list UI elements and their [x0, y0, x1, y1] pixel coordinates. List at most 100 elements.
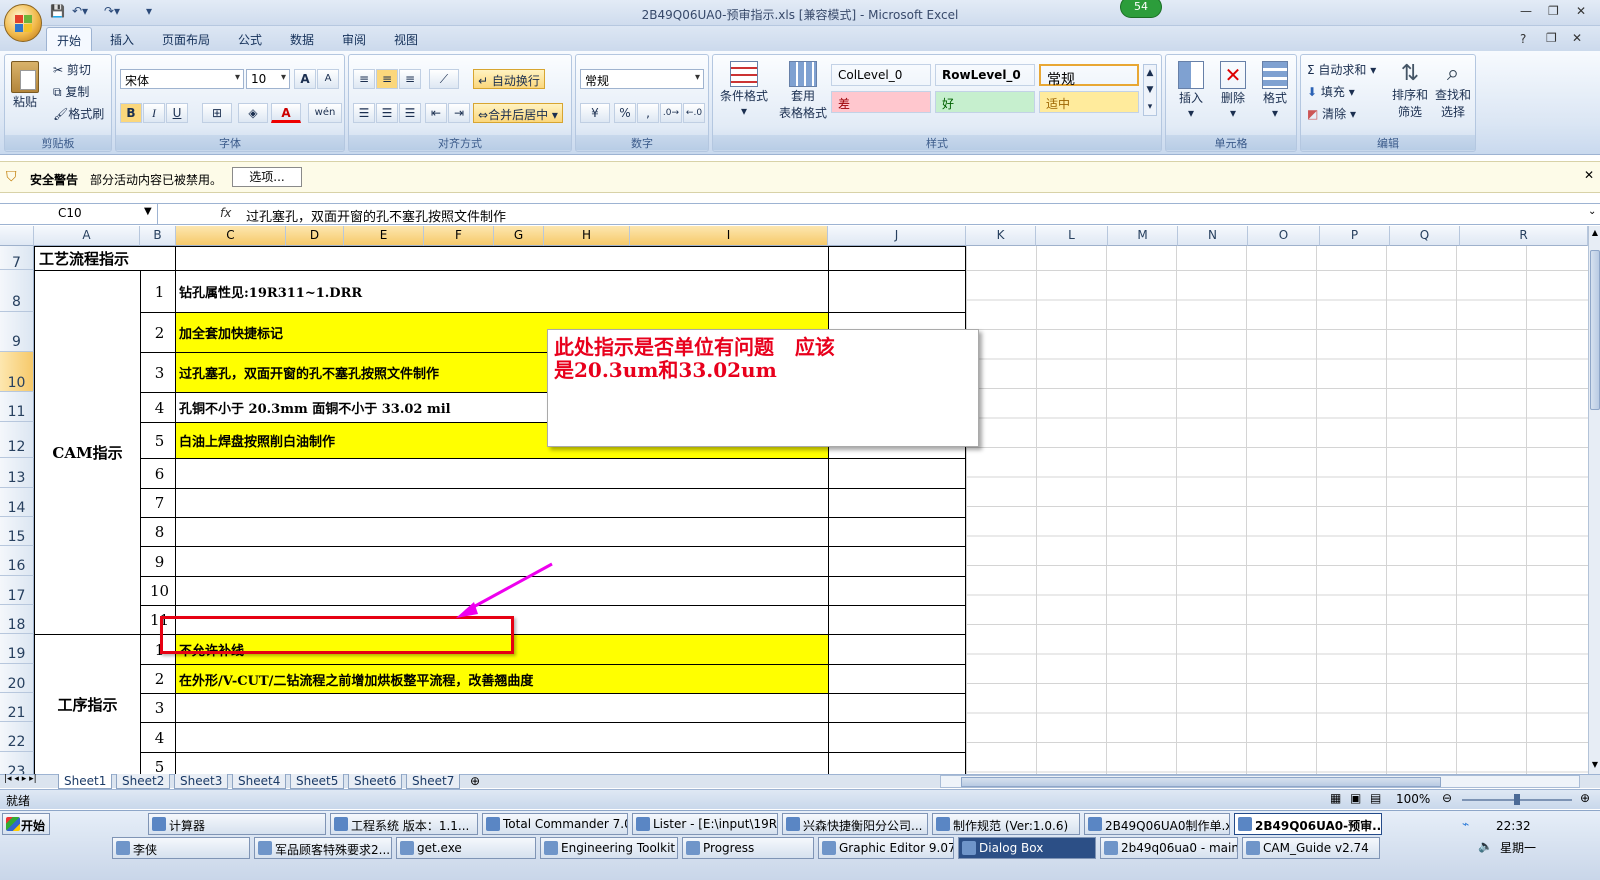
insert-cells-button[interactable]: 插入 ▾ — [1172, 61, 1210, 120]
taskbar-item[interactable]: 李侠 — [112, 837, 250, 859]
taskbar-item[interactable]: Progress — [682, 837, 814, 859]
item-number-cell[interactable]: 5 — [140, 752, 176, 774]
style-bad[interactable]: 差 — [831, 91, 931, 113]
grow-font-button[interactable]: A — [294, 69, 316, 89]
tray-volume-icon[interactable]: 🔈 — [1478, 839, 1493, 853]
zoom-out-icon[interactable]: ⊖ — [1442, 791, 1452, 805]
column-header[interactable]: O — [1248, 226, 1320, 246]
process-instruction-cell[interactable]: 在外形/V-CUT/二钻流程之前增加烘板整平流程，改善翘曲度 — [175, 664, 829, 694]
font-name-combo[interactable]: 宋体 — [120, 69, 244, 89]
row-header[interactable]: 22 — [0, 722, 34, 752]
align-center-button[interactable]: ☰ — [376, 103, 398, 123]
find-select-button[interactable]: ⌕ 查找和 选择 — [1433, 61, 1473, 120]
item-number-cell[interactable]: 3 — [140, 352, 176, 393]
column-header[interactable]: A — [34, 226, 140, 246]
conditional-format-button[interactable]: 条件格式 ▾ — [717, 61, 771, 118]
j-cell[interactable] — [828, 517, 966, 547]
j-cell[interactable] — [828, 458, 966, 489]
row-header[interactable]: 9 — [0, 312, 34, 352]
row-header[interactable]: 14 — [0, 488, 34, 517]
scroll-up-icon[interactable]: ▲ — [1590, 228, 1600, 238]
close-icon[interactable]: ✕ — [1576, 4, 1586, 18]
increase-decimal-button[interactable]: .0→ — [660, 103, 682, 123]
comma-button[interactable]: , — [637, 103, 659, 123]
zoom-thumb[interactable] — [1514, 794, 1520, 805]
ribbon-close-icon[interactable]: ✕ — [1572, 31, 1582, 45]
column-header[interactable]: D — [286, 226, 344, 246]
cut-button[interactable]: ✂ 剪切 — [53, 61, 91, 78]
column-header[interactable]: P — [1320, 226, 1390, 246]
worksheet-grid[interactable]: A B C D E F G H I J K L M N O P Q R 7 8 … — [0, 226, 1588, 774]
clear-button[interactable]: ◩ 清除 ▾ — [1307, 105, 1356, 122]
copy-button[interactable]: ⧉ 复制 — [53, 83, 89, 100]
italic-button[interactable]: I — [143, 103, 165, 123]
j-cell[interactable] — [828, 546, 966, 577]
row-header[interactable]: 23 — [0, 752, 34, 774]
scroll-thumb[interactable] — [1590, 250, 1600, 410]
item-number-cell[interactable]: 4 — [140, 722, 176, 753]
paste-button[interactable]: 粘贴 — [11, 61, 39, 110]
item-number-cell[interactable]: 8 — [140, 517, 176, 547]
row-header[interactable]: 17 — [0, 576, 34, 605]
column-header[interactable]: I — [630, 226, 828, 246]
help-icon[interactable]: ? — [1520, 32, 1526, 46]
taskbar-item[interactable]: 2b49q06ua0 - main_qa — [1100, 837, 1238, 859]
column-header[interactable]: E — [344, 226, 424, 246]
taskbar-item[interactable]: Dialog Box — [958, 837, 1096, 859]
column-header[interactable]: F — [424, 226, 494, 246]
phonetic-button[interactable]: wén — [308, 103, 342, 123]
item-number-cell[interactable]: 10 — [140, 576, 176, 606]
message-close-icon[interactable]: ✕ — [1584, 168, 1594, 182]
redo-icon[interactable]: ↷▾ — [104, 4, 120, 18]
item-number-cell[interactable]: 4 — [140, 392, 176, 423]
empty-grid-area[interactable] — [966, 246, 1588, 774]
style-rowlevel[interactable]: RowLevel_0 — [935, 64, 1035, 86]
taskbar-item[interactable]: 兴森快捷衡阳分公司... — [782, 813, 928, 835]
zoom-in-icon[interactable]: ⊕ — [1580, 791, 1590, 805]
sheet-tab[interactable]: Sheet1 — [58, 774, 113, 789]
process-label-cell[interactable]: 工序指示 — [34, 634, 141, 774]
bold-button[interactable]: B — [120, 103, 142, 123]
cam-instruction-cell[interactable] — [175, 517, 829, 547]
item-number-cell[interactable]: 3 — [140, 693, 176, 723]
fill-button[interactable]: ⬇ 填充 ▾ — [1307, 83, 1355, 100]
item-number-cell[interactable]: 1 — [140, 270, 176, 313]
fill-color-button[interactable]: ◈ — [238, 103, 268, 123]
column-header[interactable]: Q — [1390, 226, 1460, 246]
minimize-icon[interactable]: — — [1520, 4, 1532, 18]
vertical-scrollbar[interactable]: ▲ ▼ — [1588, 226, 1600, 774]
merge-center-button[interactable]: ⇔合并后居中 ▾ — [473, 103, 563, 123]
currency-button[interactable]: ¥ — [580, 103, 610, 123]
options-button[interactable]: 选项... — [232, 167, 302, 187]
j-cell[interactable] — [828, 634, 966, 665]
wrap-text-button[interactable]: ↵ 自动换行 — [473, 69, 545, 89]
row-header[interactable]: 7 — [0, 246, 34, 271]
office-button[interactable] — [4, 4, 42, 42]
style-neutral[interactable]: 适中 — [1039, 91, 1139, 113]
underline-button[interactable]: U — [166, 103, 188, 123]
j-cell[interactable] — [828, 488, 966, 518]
j-cell[interactable] — [828, 270, 966, 313]
row-header[interactable]: 11 — [0, 392, 34, 422]
autosum-button[interactable]: Σ 自动求和 ▾ — [1307, 61, 1376, 78]
column-header[interactable]: L — [1036, 226, 1108, 246]
tab-view[interactable]: 视图 — [394, 31, 418, 48]
format-as-table-button[interactable]: 套用 表格格式 — [775, 61, 831, 121]
j-cell[interactable] — [828, 693, 966, 723]
row-header[interactable]: 16 — [0, 546, 34, 576]
scroll-down-icon[interactable]: ▼ — [1590, 760, 1600, 770]
column-header[interactable]: B — [140, 226, 176, 246]
column-header[interactable]: J — [828, 226, 966, 246]
j-cell[interactable] — [828, 576, 966, 606]
sheet-tab[interactable]: Sheet3 — [174, 774, 229, 789]
shrink-font-button[interactable]: A — [317, 69, 339, 89]
formula-input[interactable]: 过孔塞孔，双面开窗的孔不塞孔按照文件制作 — [246, 206, 506, 225]
row-header[interactable]: 10 — [0, 352, 34, 392]
cam-instruction-cell[interactable] — [175, 488, 829, 518]
item-number-cell[interactable]: 7 — [140, 488, 176, 518]
new-sheet-icon[interactable]: ⊕ — [470, 774, 480, 788]
expand-formula-icon[interactable]: ⌄ — [1588, 206, 1596, 217]
column-header[interactable]: C — [176, 226, 286, 246]
sheet-nav-arrows[interactable]: |◂ ◂ ▸ ▸| — [4, 774, 37, 784]
taskbar-item[interactable]: Graphic Editor 9.07b... — [818, 837, 954, 859]
